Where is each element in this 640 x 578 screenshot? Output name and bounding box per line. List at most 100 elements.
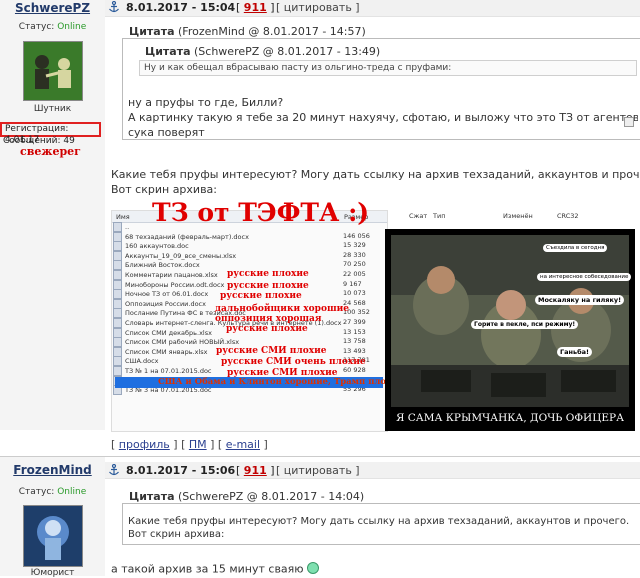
annotation-label: дальнобойщики хорошие	[215, 304, 350, 314]
archive-file-size: 22 005	[343, 270, 366, 278]
archive-file-name: ..	[125, 223, 130, 231]
archive-file-size: 13 493	[343, 346, 366, 355]
annotation-label: русские СМИ очень плохие	[221, 357, 366, 367]
file-icon	[113, 298, 122, 309]
post1-date: 8.01.2017 - 15:04	[126, 1, 236, 14]
post1-status-label: Статус:	[18, 22, 55, 32]
file-icon	[113, 222, 122, 232]
archive-header-extra: Сжат Тип Изменён CRC32	[385, 210, 640, 221]
post1-footer: [ профиль ] [ ПМ ] [ e-mail ]	[111, 438, 268, 451]
post1-avatar[interactable]	[23, 41, 83, 101]
post2-quote-action[interactable]: [ цитировать ]	[276, 464, 360, 477]
archive-file-size: 15 329	[343, 241, 366, 250]
archive-file-name: Аккаунты_19_09_все_смены.xlsx	[125, 251, 237, 260]
post1-body-line: Какие тебя пруфы интересуют? Могу дать с…	[111, 168, 640, 181]
post2-status-label: Статус:	[18, 487, 55, 497]
archive-file-name: США.docx	[125, 357, 159, 366]
meme-caption: Я САМА КРЫМЧАНКА, ДОЧЬ ОФИЦЕРА	[395, 412, 625, 424]
post2-body-text: а такой архив за 15 минут сваяю	[111, 562, 304, 576]
file-icon	[113, 327, 122, 338]
pm-link[interactable]: ПМ	[189, 438, 207, 451]
post1-open-bracket: [	[236, 1, 241, 14]
annotation-label: русские плохие	[227, 269, 309, 279]
post1-outer-quote-line: сука поверят	[128, 126, 205, 139]
post2-rank: Юморист	[30, 568, 75, 578]
post2-quote-line: Вот скрин архива:	[128, 529, 225, 540]
scrollbar-stub[interactable]	[624, 117, 634, 127]
post1-status: Статус: Online	[0, 22, 105, 32]
file-icon	[113, 231, 122, 242]
post1-inner-quote: Ну и как обещал вбрасываю пасту из ольги…	[139, 60, 637, 76]
file-icon	[113, 241, 122, 252]
archive-file-size: 13 758	[343, 337, 366, 346]
post2-avatar[interactable]	[23, 505, 83, 567]
post1-username[interactable]: SchwerePZ	[0, 1, 105, 15]
annotation-label: русские плохие	[226, 324, 308, 334]
post1-outer-quote-meta: (FrozenMind @ 8.01.2017 - 14:57)	[178, 25, 366, 38]
file-icon	[113, 318, 122, 328]
archive-col-packed: Сжат	[409, 212, 428, 220]
archive-file-name: ТЗ № 1 на 07.01.2015.doc	[125, 367, 212, 375]
archive-col-modified: Изменён	[503, 212, 533, 220]
post2-number-link[interactable]: 911	[244, 464, 267, 477]
file-icon	[113, 356, 122, 367]
file-icon	[113, 337, 122, 348]
file-icon	[113, 260, 122, 271]
post1-number-link[interactable]: 911	[244, 1, 267, 14]
post1-body-line: Вот скрин архива:	[111, 183, 218, 196]
archive-file-name: Список СМИ декабрь.xlsx	[125, 328, 212, 337]
anchor-icon[interactable]	[108, 463, 120, 476]
annotation-label: русские плохие	[227, 281, 309, 291]
anchor-icon[interactable]	[108, 0, 120, 13]
meme-bubble: Ганьба!	[557, 347, 593, 357]
meme-bubble: Москаляку на гиляку!	[535, 295, 625, 305]
post1-number-group: [ 911 ]	[236, 1, 275, 14]
archive-file-size: 13 153	[343, 327, 366, 336]
post1-outer-quote-label: Цитата	[129, 25, 175, 38]
meme-image: Съездила в сегодня на интересное собесед…	[385, 229, 635, 431]
post2-quote-title: Цитата (SchwerePZ @ 8.01.2017 - 14:04)	[129, 490, 364, 503]
archive-col-name: Имя	[116, 213, 130, 221]
post2-quote-line: Какие тебя пруфы интересуют? Могу дать с…	[128, 516, 630, 527]
archive-file-size: 70 250	[343, 260, 366, 269]
post1-newbie-badge: свежерег	[20, 145, 81, 158]
archive-file-name: Ближний Восток.docx	[125, 261, 200, 270]
profile-link[interactable]: профиль	[119, 438, 170, 451]
archive-file-size: 28 330	[343, 250, 366, 259]
annotation-label: США и Обама и Клинтон хорошие, Трамп пло…	[158, 377, 404, 387]
post2-quote-meta: (SchwerePZ @ 8.01.2017 - 14:04)	[178, 490, 365, 503]
post1-rank: Шутник	[33, 104, 72, 114]
post1-inner-quote-text: Ну и как обещал вбрасываю пасту из ольги…	[144, 63, 452, 73]
post1-quote-action[interactable]: [ цитировать ]	[276, 1, 360, 14]
post1-registration: Регистрация: 4.01.17	[0, 122, 101, 145]
post2-date: 8.01.2017 - 15:06	[126, 464, 236, 477]
archive-file-size: 60 928	[343, 366, 366, 374]
post1-inner-quote-label: Цитата	[145, 45, 191, 58]
email-link[interactable]: e-mail	[226, 438, 260, 451]
archive-file-size: 27 399	[343, 318, 366, 326]
archive-file-name: 160 аккаунтов.doc	[125, 242, 189, 251]
post2-body: а такой архив за 15 минут сваяю	[111, 562, 320, 577]
annotation-label: оппозиция хорошая	[215, 314, 322, 324]
file-icon	[113, 346, 122, 357]
annotation-label: русские плохие	[220, 291, 302, 301]
archive-title-overlay: ТЗ от ТЭФТА :)	[152, 198, 370, 227]
post1-inner-quote-title: Цитата (SchwerePZ @ 8.01.2017 - 13:49)	[145, 45, 380, 58]
meme-bubble: Горите в пекле, пси режиму!	[471, 320, 579, 329]
post1-close-bracket: ]	[270, 1, 275, 14]
file-icon	[113, 289, 122, 300]
archive-file-name: Минобороны России.odt.docx	[125, 280, 225, 289]
archive-file-name: Оппозиция России.docx	[125, 299, 206, 308]
archive-file-size: 10 073	[343, 289, 366, 298]
post2-username[interactable]: FrozenMind	[0, 463, 105, 477]
archive-file-name: Список СМИ январь.xlsx	[125, 347, 208, 356]
post1-inner-quote-meta: (SchwerePZ @ 8.01.2017 - 13:49)	[194, 45, 381, 58]
post2-status-online: Online	[57, 487, 87, 497]
post2-number-group: [ 911 ]	[236, 464, 275, 477]
archive-col-type: Тип	[433, 212, 446, 220]
post1-outer-quote-line: А картинку такую я тебе за 20 минут наху…	[128, 111, 638, 124]
post2-open-bracket: [	[236, 464, 241, 477]
file-icon	[113, 366, 122, 376]
archive-file-name: 68 техзаданий (февраль-март).docx	[125, 232, 249, 241]
post1-outer-quote-line: ну а пруфы то где, Билли?	[128, 96, 284, 109]
